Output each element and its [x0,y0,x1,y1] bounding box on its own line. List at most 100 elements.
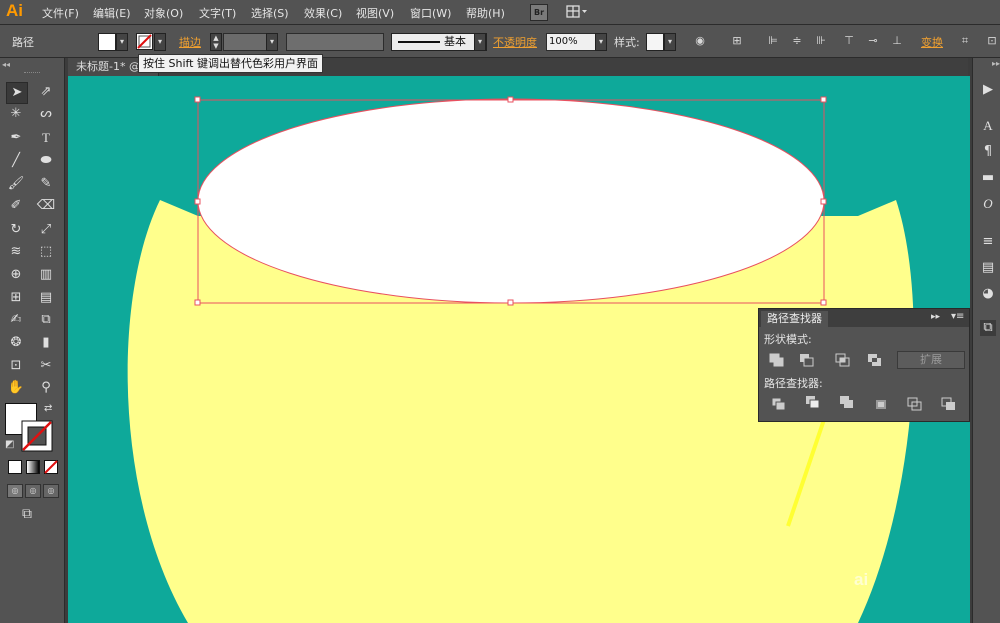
intersect-icon[interactable] [835,353,851,367]
panel-menu-icon[interactable]: ▾≡ [951,311,964,322]
fill-dropdown[interactable]: ▾ [116,33,128,51]
brush-definition[interactable]: 基本 [391,33,487,51]
zoom-tool-icon[interactable]: ⚲ [36,378,56,398]
stroke-none-swatch[interactable] [136,33,153,50]
stroke-weight-dropdown[interactable]: ▾ [266,33,278,51]
mesh-tool-icon[interactable]: ⊞ [6,288,26,308]
align-right-icon[interactable]: ⊪ [814,34,828,48]
blend-tool-icon[interactable]: ⧉ [36,310,56,330]
gradient-tool-icon[interactable]: ▤ [36,288,56,308]
panel-grip[interactable] [24,72,40,75]
draw-behind-icon[interactable]: ◎ [25,484,41,498]
trim-icon[interactable] [805,395,821,409]
hand-tool-icon[interactable]: ✋ [6,378,26,398]
align-top-icon[interactable]: ⊤ [842,34,856,48]
slice-tool-icon[interactable]: ✂ [36,356,56,376]
align-center-h-icon[interactable]: ≑ [790,34,804,48]
width-tool-icon[interactable]: ≋ [6,242,26,262]
column-graph-tool-icon[interactable]: ▮ [36,333,56,353]
expand-dock-icon[interactable]: ▸▸ [992,59,1000,68]
menu-effect[interactable]: 效果(C) [304,5,342,21]
variable-width-profile[interactable] [286,33,384,51]
color-mode-icon[interactable] [8,460,22,474]
line-segment-tool-icon[interactable]: ╱ [6,151,26,171]
align-left-icon[interactable]: ⊫ [766,34,780,48]
menu-window[interactable]: 窗口(W) [410,5,451,21]
merge-icon[interactable] [839,395,855,409]
expand-button[interactable]: 扩展 [897,351,965,369]
crop-icon[interactable] [873,397,889,411]
eyedropper-tool-icon[interactable]: ✍ [6,310,26,330]
stroke-weight-field[interactable] [223,33,267,51]
transparency-panel-icon[interactable]: ◕ [980,286,996,302]
opentype-panel-icon[interactable]: O [980,196,996,212]
align-center-v-icon[interactable]: ⊸ [866,34,880,48]
isolate-icon[interactable]: ⌗ [958,34,972,48]
magic-wand-tool-icon[interactable]: ✳ [6,104,26,124]
align-bottom-icon[interactable]: ⊥ [890,34,904,48]
menu-type[interactable]: 文字(T) [199,5,236,21]
screen-mode-icon[interactable]: ⧉ [22,506,32,522]
collapse-panel-icon[interactable]: ◂◂ [2,60,10,69]
opacity-field[interactable]: 100% [546,33,596,51]
graphic-style-dropdown[interactable]: ▾ [664,33,676,51]
minus-back-icon[interactable] [941,397,957,411]
fill-swatch[interactable] [98,33,116,51]
ellipse-tool-icon[interactable]: ⬬ [36,151,56,171]
unite-icon[interactable] [769,353,785,367]
transform-label[interactable]: 变换 [921,34,943,50]
menu-object[interactable]: 对象(O) [144,5,183,21]
blob-brush-tool-icon[interactable]: ✐ [6,196,26,216]
scale-tool-icon[interactable]: ⤢ [36,220,56,240]
rotate-tool-icon[interactable]: ↻ [6,220,26,240]
pathfinder-dock-icon[interactable]: ⧉ [980,320,996,336]
menu-select[interactable]: 选择(S) [251,5,289,21]
symbol-sprayer-tool-icon[interactable]: ❂ [6,333,26,353]
control-bar-menu-icon[interactable]: ⊡ [985,34,999,48]
artboard-tool-icon[interactable]: ⊡ [6,356,26,376]
workspace-switcher-icon[interactable] [566,4,588,19]
stroke-panel-icon[interactable]: ≡ [980,234,996,250]
menu-edit[interactable]: 编辑(E) [93,5,131,21]
recolor-artwork-icon[interactable]: ◉ [693,34,707,48]
dock-play-icon[interactable]: ▶ [980,82,996,98]
stroke-dropdown[interactable]: ▾ [154,33,166,51]
draw-normal-icon[interactable]: ◎ [7,484,23,498]
free-transform-tool-icon[interactable]: ⬚ [36,242,56,262]
none-mode-icon[interactable] [44,460,58,474]
brush-dropdown[interactable]: ▾ [474,33,486,51]
character-panel-icon[interactable]: A [980,118,996,134]
gradient-mode-icon[interactable] [26,460,40,474]
eraser-tool-icon[interactable]: ⌫ [36,196,56,216]
menu-help[interactable]: 帮助(H) [466,5,505,21]
glyphs-panel-icon[interactable]: ▬ [980,170,996,186]
pathfinder-tab[interactable]: 路径查找器 [761,311,828,327]
align-to-icon[interactable]: ⊞ [730,34,744,48]
lasso-tool-icon[interactable]: ᔕ [36,104,56,124]
direct-selection-tool-icon[interactable]: ⇗ [36,82,56,102]
menu-view[interactable]: 视图(V) [356,5,394,21]
stroke-color-box[interactable] [21,420,53,452]
minus-front-icon[interactable] [799,353,815,367]
exclude-icon[interactable] [867,353,883,367]
opacity-dropdown[interactable]: ▾ [595,33,607,51]
outline-icon[interactable] [907,397,923,411]
selection-tool-icon[interactable]: ➤ [6,82,28,104]
menu-file[interactable]: 文件(F) [42,5,79,21]
default-colors-icon[interactable]: ◩ [5,439,14,450]
divide-icon[interactable] [771,397,787,411]
stroke-weight-stepper[interactable]: ▲ ▼ [210,33,222,51]
paragraph-panel-icon[interactable]: ¶ [980,144,996,160]
draw-inside-icon[interactable]: ◎ [43,484,59,498]
perspective-grid-tool-icon[interactable]: ▥ [36,265,56,285]
bridge-button[interactable]: Br [530,4,548,21]
pen-tool-icon[interactable]: ✒ [6,128,26,148]
gradient-panel-icon[interactable]: ▤ [980,260,996,276]
swap-fill-stroke-icon[interactable]: ⇄ [44,403,52,414]
type-tool-icon[interactable]: T [36,128,56,148]
opacity-label[interactable]: 不透明度 [493,34,537,50]
pencil-tool-icon[interactable]: ✎ [36,174,56,194]
stroke-label[interactable]: 描边 [179,34,201,50]
shape-builder-tool-icon[interactable]: ⊕ [6,265,26,285]
paintbrush-tool-icon[interactable]: 🖌 [6,174,26,194]
